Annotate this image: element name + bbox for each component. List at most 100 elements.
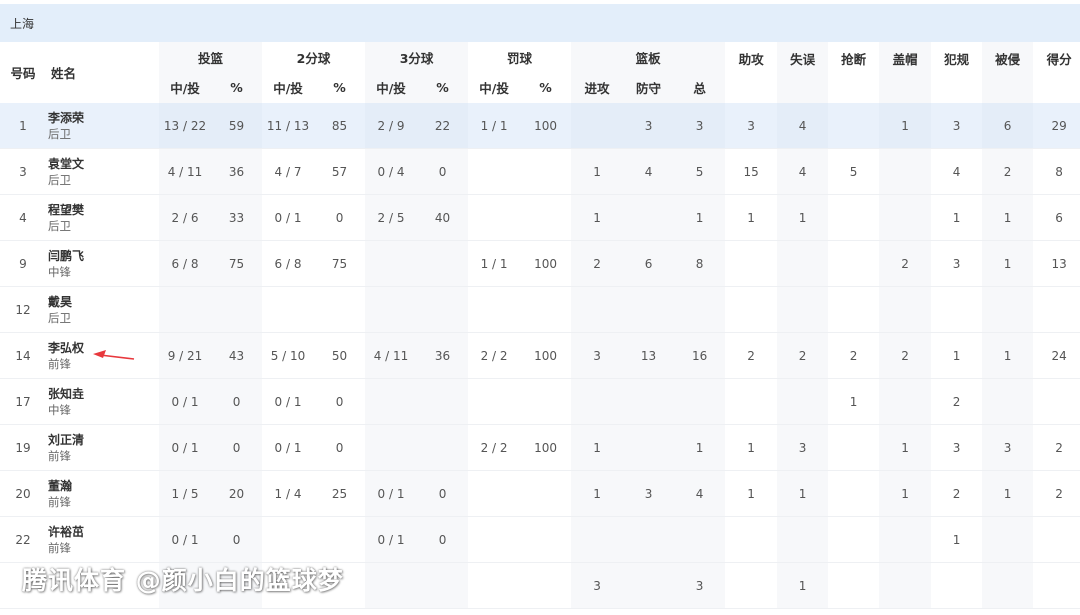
col-header-number[interactable]: 号码	[0, 42, 46, 103]
stat-tov	[777, 286, 829, 333]
player-name-cell[interactable]: 程望樊 后卫	[46, 194, 159, 241]
stat-blk: 2	[879, 240, 932, 287]
stat-ft: 1 / 1	[468, 240, 521, 287]
stat-blk: 1	[879, 103, 932, 149]
stat-treb: 5	[674, 148, 726, 195]
player-name[interactable]: 刘正清	[48, 432, 159, 448]
col-header-two-made[interactable]: 中/投	[262, 72, 314, 103]
stat-twop: 57	[314, 148, 366, 195]
player-name-cell[interactable]: 董瀚 前锋	[46, 470, 159, 517]
stat-threep: 40	[417, 194, 469, 241]
col-header-fg-pct[interactable]: %	[211, 72, 263, 103]
player-name[interactable]: 程望樊	[48, 202, 159, 218]
table-row[interactable]: 17 张知垚 中锋 0 / 100 / 1012	[0, 378, 1080, 425]
col-header-fd[interactable]: 被侵	[982, 42, 1034, 103]
player-name-cell[interactable]: 闫鹏飞 中锋	[46, 240, 159, 287]
col-group-fg: 投篮	[159, 42, 263, 72]
stat-pts	[1033, 286, 1080, 333]
col-header-dreb[interactable]: 防守	[623, 72, 675, 103]
col-header-three-made[interactable]: 中/投	[365, 72, 418, 103]
table-row[interactable]: 19 刘正清 前锋 0 / 100 / 102 / 2 100 1 1 1 3 1 3 3 2	[0, 424, 1080, 471]
stat-threep: 0	[417, 470, 469, 517]
player-name[interactable]: 李添荣	[48, 110, 159, 126]
col-group-two: 2分球	[296, 50, 331, 66]
player-name-cell[interactable]: 戴昊 后卫	[46, 286, 159, 333]
table-row[interactable]: 14 李弘权 前锋 9 / 21 43 5 / 10 50 4 / 11 36 2 / 2 100 3…	[0, 332, 1080, 379]
stat-stl	[828, 516, 880, 563]
col-header-tov[interactable]: 失误	[777, 42, 829, 103]
stat-dreb	[623, 562, 675, 609]
col-header-treb[interactable]: 总	[674, 72, 726, 103]
player-name-cell[interactable]: 袁堂文 后卫	[46, 148, 159, 195]
player-position: 中锋	[48, 264, 71, 279]
col-header-blk[interactable]: 盖帽	[879, 42, 932, 103]
stat-ftp: 100	[520, 332, 572, 379]
col-header-oreb[interactable]: 进攻	[571, 72, 624, 103]
stat-dreb	[623, 516, 675, 563]
player-name-cell[interactable]: 许裕茁 前锋	[46, 516, 159, 563]
stat-treb	[674, 516, 726, 563]
col-header-pf[interactable]: 犯规	[931, 42, 982, 103]
stat-threep	[417, 240, 469, 287]
stat-ft	[468, 516, 521, 563]
player-number: 20	[0, 470, 46, 517]
col-header-ft-made[interactable]: 中/投	[468, 72, 520, 103]
stat-ftp	[520, 562, 572, 609]
red-arrow-icon	[93, 350, 135, 360]
stat-fd: 1	[982, 194, 1034, 241]
table-row[interactable]: 22 许裕茁 前锋 0 / 100 / 101	[0, 516, 1080, 563]
stat-ftp	[520, 378, 572, 425]
stat-pf	[931, 562, 983, 609]
col-header-two-pct[interactable]: %	[314, 72, 365, 103]
stat-pf: 4	[931, 148, 983, 195]
stat-oreb: 1	[571, 424, 624, 471]
table-row[interactable]: 4 程望樊 后卫 2 / 6 33 0 / 102 / 5 40 1 1 1 1 1 1 6	[0, 194, 1080, 241]
player-name-cell[interactable]: 刘正清 前锋	[46, 424, 159, 471]
stat-tov: 4	[777, 148, 829, 195]
stat-oreb: 2	[571, 240, 624, 287]
stat-two: 0 / 1	[262, 194, 315, 241]
col-header-pts[interactable]: 得分	[1033, 42, 1080, 103]
player-name[interactable]: 袁堂文	[48, 156, 159, 172]
player-position: 前锋	[48, 494, 71, 509]
player-name[interactable]: 董瀚	[48, 478, 159, 494]
player-name-cell[interactable]: 李添荣 后卫	[46, 103, 159, 149]
col-header-name[interactable]: 姓名	[46, 42, 159, 103]
table-row[interactable]: 12 戴昊 后卫	[0, 286, 1080, 333]
stat-threep: 22	[417, 103, 469, 149]
stat-fgp: 0	[211, 378, 263, 425]
col-header-stl[interactable]: 抢断	[828, 42, 879, 103]
stat-tov: 3	[777, 424, 829, 471]
stat-stl	[828, 470, 880, 517]
col-header-three-pct[interactable]: %	[417, 72, 469, 103]
player-number: 19	[0, 424, 46, 471]
stat-blk	[879, 286, 932, 333]
col-group-reb: 篮板	[571, 42, 726, 72]
player-name[interactable]: 许裕茁	[48, 524, 159, 540]
player-name[interactable]: 闫鹏飞	[48, 248, 159, 264]
table-row[interactable]: 1 李添荣 后卫 13 / 22 59 11 / 13 85 2 / 9 22 1 / 1 100 3…	[0, 103, 1080, 149]
stat-pf	[931, 286, 983, 333]
table-row[interactable]: 20 董瀚 前锋 1 / 5 20 1 / 4 25 0 / 10134111212	[0, 470, 1080, 517]
table-row[interactable]: 3 袁堂文 后卫 4 / 11 36 4 / 7 57 0 / 4 0 1 4 5 15 4 5 4 2 8	[0, 148, 1080, 195]
stat-pf: 2	[931, 470, 983, 517]
table-row[interactable]: 9 闫鹏飞 中锋 6 / 8 75 6 / 8 75 1 / 1 100 2 6 8 2 3 1 13	[0, 240, 1080, 287]
stat-ftp: 100	[520, 240, 572, 287]
stat-fgp: 0	[211, 516, 263, 563]
stat-ft	[468, 286, 521, 333]
stat-fg: 0 / 1	[159, 516, 211, 563]
stat-three: 0 / 1	[365, 516, 418, 563]
stat-pts	[1033, 562, 1080, 609]
col-header-ft-pct[interactable]: %	[520, 72, 571, 103]
player-name-cell[interactable]: 张知垚 中锋	[46, 378, 159, 425]
stat-ft	[468, 470, 521, 517]
stat-fd	[982, 516, 1034, 563]
stat-blk	[879, 148, 932, 195]
box-score-table: 号码 姓名 投篮 2分球 3分球 罚球 篮板 助攻 失误 抢断 盖帽 犯规 被侵…	[0, 42, 1080, 609]
stat-fg: 13 / 22	[159, 103, 211, 149]
col-header-ast[interactable]: 助攻	[725, 42, 777, 103]
player-name[interactable]: 张知垚	[48, 386, 159, 402]
stat-pts	[1033, 378, 1080, 425]
col-header-fg-made[interactable]: 中/投	[159, 72, 211, 103]
player-name[interactable]: 戴昊	[48, 294, 159, 310]
